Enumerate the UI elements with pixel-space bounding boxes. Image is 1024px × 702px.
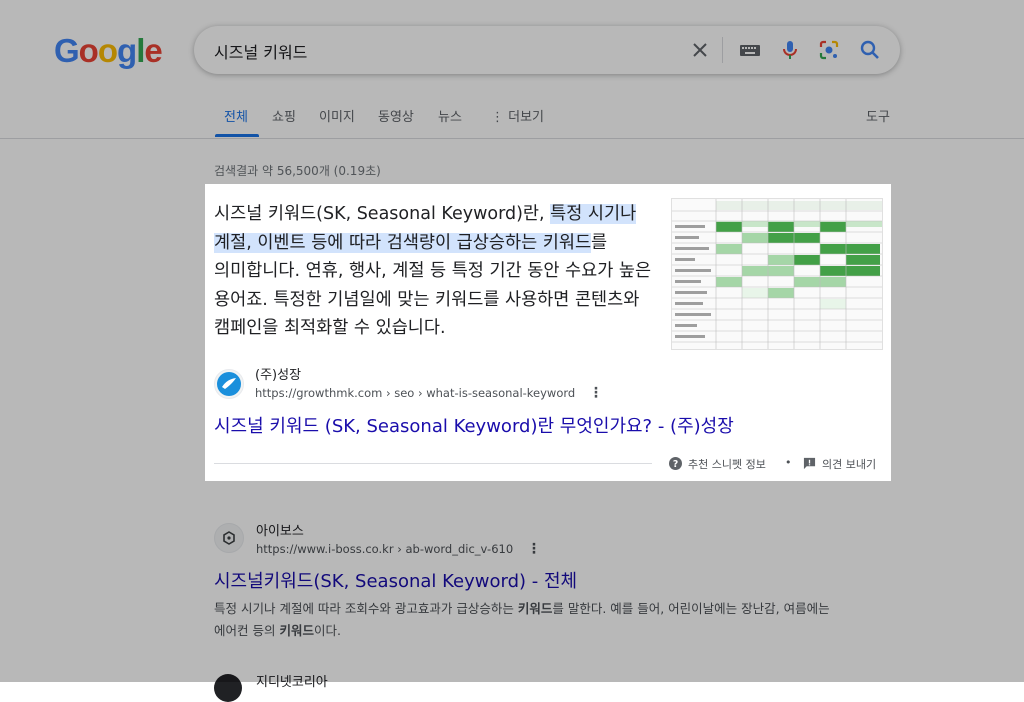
desc-text: 이다. — [313, 623, 341, 638]
tab-images[interactable]: 이미지 — [319, 106, 355, 125]
about-label: 추천 스니펫 정보 — [688, 458, 766, 471]
result-stats: 검색결과 약 56,500개 (0.19초) — [214, 164, 381, 178]
logo-letter: g — [117, 32, 137, 69]
lens-icon[interactable] — [817, 38, 841, 62]
source-favicon — [214, 523, 244, 553]
feedback-label: 의견 보내기 — [822, 458, 877, 471]
result-description: 특정 시기나 계절에 따라 조회수와 광고효과가 급상승하는 키워드를 말한다.… — [214, 598, 834, 642]
more-options-icon[interactable]: ⋮ — [527, 541, 541, 557]
search-icon[interactable] — [858, 38, 882, 62]
source-url-text: https://growthmk.com › seo › what-is-sea… — [255, 386, 576, 400]
more-options-icon[interactable]: ⋮ — [589, 385, 603, 401]
logo-letter: o — [97, 32, 118, 69]
result-title-link[interactable]: 시즈널키워드(SK, Seasonal Keyword) - 전체 — [214, 567, 577, 593]
search-tabs: 전체 쇼핑 이미지 동영상 뉴스 ⋮ 더보기 도구 — [0, 100, 1024, 139]
feedback-link[interactable]: 의견 보내기 — [803, 456, 876, 472]
help-icon: ? — [669, 457, 682, 470]
tab-all[interactable]: 전체 — [224, 106, 248, 125]
logo-letter: l — [136, 32, 145, 69]
snippet-text: 시즈널 키워드(SK, Seasonal Keyword)란, 특정 시기나 계… — [214, 200, 654, 343]
source-name: 지디넷코리아 — [256, 675, 328, 690]
feedback-icon — [803, 457, 816, 470]
tab-news[interactable]: 뉴스 — [438, 106, 462, 125]
desc-bold: 키워드 — [279, 623, 314, 638]
logo-letter: e — [144, 32, 162, 69]
snippet-text-part: 시즈널 키워드(SK, Seasonal Keyword)란, — [214, 204, 551, 224]
source-name: 아이보스 — [256, 524, 304, 539]
source-url[interactable]: https://www.i-boss.co.kr › ab-word_dic_v… — [256, 541, 541, 557]
featured-snippet: 시즈널 키워드(SK, Seasonal Keyword)란, 특정 시기나 계… — [205, 184, 891, 481]
microphone-icon[interactable] — [778, 38, 802, 62]
svg-text:?: ? — [673, 459, 678, 470]
snippet-divider — [214, 463, 652, 464]
iboss-icon — [223, 531, 235, 545]
desc-bold: 키워드 — [517, 601, 553, 616]
source-favicon — [214, 674, 242, 702]
tab-more[interactable]: ⋮ 더보기 — [491, 106, 544, 125]
tools-button[interactable]: 도구 — [866, 106, 890, 125]
tab-shopping[interactable]: 쇼핑 — [272, 106, 296, 125]
tab-videos[interactable]: 동영상 — [378, 106, 414, 125]
logo-letter: o — [78, 32, 99, 69]
search-box[interactable]: 시즈널 키워드 — [194, 26, 900, 74]
snippet-title-link[interactable]: 시즈널 키워드 (SK, Seasonal Keyword)란 무엇인가요? -… — [214, 412, 734, 438]
about-snippets-link[interactable]: ? 추천 스니펫 정보 — [669, 456, 766, 472]
snippet-thumbnail[interactable] — [671, 198, 883, 350]
keyboard-icon[interactable] — [738, 38, 762, 62]
separator-dot: • — [785, 456, 792, 469]
search-input[interactable]: 시즈널 키워드 — [214, 39, 307, 63]
source-favicon — [214, 369, 244, 399]
logo-letter: G — [54, 32, 80, 69]
google-logo[interactable]: Google — [54, 32, 163, 70]
spreadsheet-image — [672, 199, 882, 349]
desc-text: 특정 시기나 계절에 따라 조회수와 광고효과가 급상승하는 — [214, 601, 518, 616]
source-url[interactable]: https://growthmk.com › seo › what-is-sea… — [255, 385, 603, 401]
growth-logo-icon — [217, 372, 241, 396]
source-url-text: https://www.i-boss.co.kr › ab-word_dic_v… — [256, 542, 514, 556]
source-name: (주)성장 — [255, 368, 302, 383]
search-divider — [722, 37, 723, 63]
active-tab-indicator — [215, 134, 259, 137]
clear-icon[interactable] — [688, 38, 712, 62]
